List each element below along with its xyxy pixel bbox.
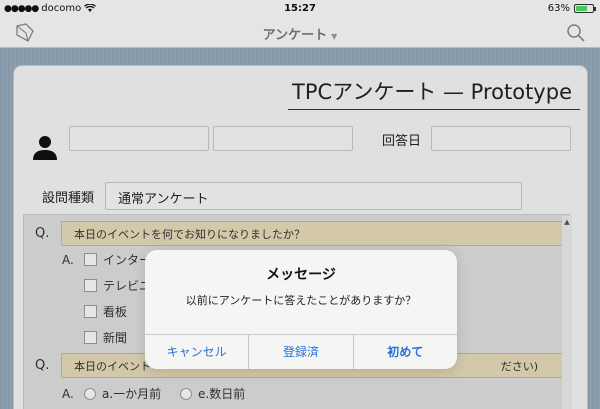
alert-dialog: メッセージ 以前にアンケートに答えたことがありますか？ キャンセル 登録済 初め… [145, 250, 457, 369]
registered-button[interactable]: 登録済 [249, 335, 354, 369]
alert-button-row: キャンセル 登録済 初めて [145, 334, 457, 369]
alert-message: 以前にアンケートに答えたことがありますか？ [185, 294, 417, 307]
first-time-button[interactable]: 初めて [354, 335, 457, 369]
cancel-button[interactable]: キャンセル [145, 335, 250, 369]
alert-title: メッセージ [266, 267, 336, 283]
